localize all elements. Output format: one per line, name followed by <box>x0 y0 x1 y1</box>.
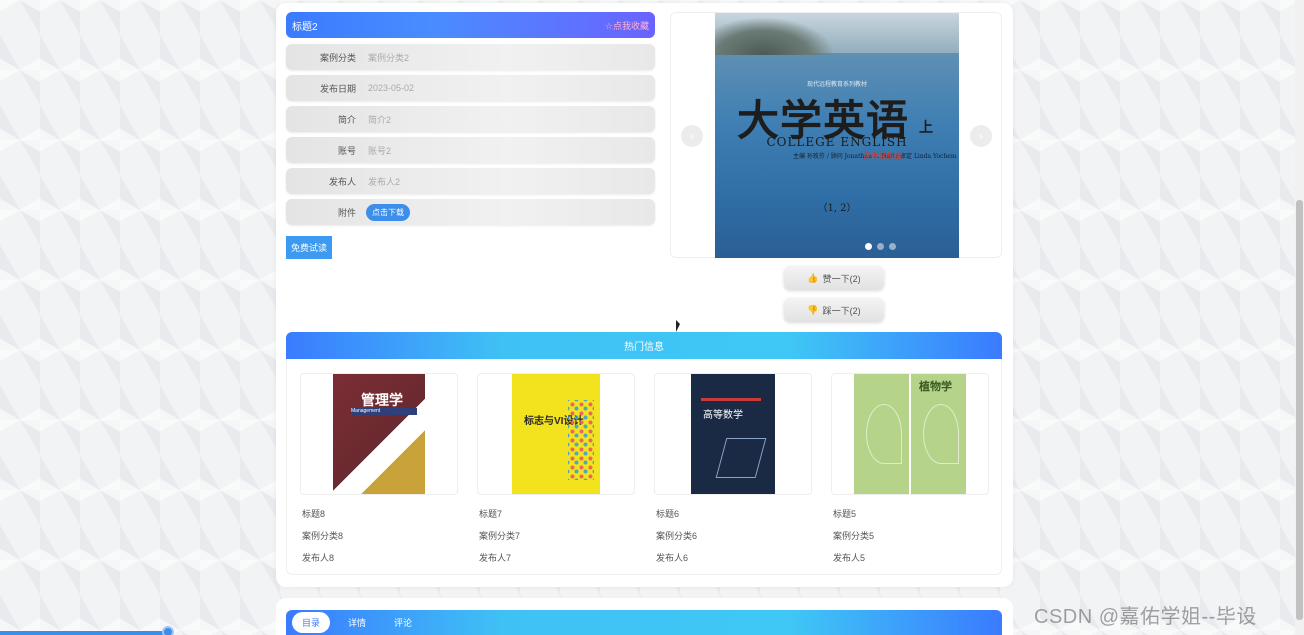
carousel-prev-button[interactable]: ‹ <box>681 125 703 147</box>
hot-item-thumbnail[interactable]: 高等数学 <box>654 373 812 495</box>
info-row-attachment: 附件 点击下载 <box>286 199 655 225</box>
hot-item-title[interactable]: 标题5 <box>833 503 989 525</box>
carousel-slide-cover: 现代远程教育系列教材 大学英语 上 COLLEGE ENGLISH 主编 孙玫芬… <box>715 13 959 258</box>
progress-knob[interactable] <box>162 626 174 635</box>
cover-edition: 远考试指南 <box>863 152 903 161</box>
book-cover-title: 植物学 <box>919 380 952 393</box>
info-row-account: 账号 账号2 <box>286 137 655 163</box>
info-row-intro: 简介 简介2 <box>286 106 655 132</box>
info-label: 发布日期 <box>319 83 356 94</box>
book-cover-stripe <box>701 398 761 401</box>
hot-item-category: 案例分类7 <box>479 531 521 541</box>
content-tabs: 目录 详情 评论 <box>286 610 1002 635</box>
hot-item-title[interactable]: 标题6 <box>656 503 812 525</box>
carousel-indicators <box>865 243 896 250</box>
info-label: 账号 <box>337 145 356 156</box>
tab-catalog[interactable]: 目录 <box>292 612 331 633</box>
thumbs-down-icon: 👎 <box>807 304 819 315</box>
hot-item-publisher: 发布人8 <box>302 553 335 563</box>
info-label: 附件 <box>337 207 356 218</box>
hot-item[interactable]: 高等数学 标题6 案例分类6 发布人6 <box>654 373 812 569</box>
hot-item[interactable]: 管理学 Management 标题8 案例分类8 发布人8 <box>300 373 458 569</box>
book-cover-title: 管理学 <box>361 393 403 409</box>
carousel-next-button[interactable]: › <box>970 125 992 147</box>
scrollbar-thumb[interactable] <box>1296 200 1303 620</box>
hot-item[interactable]: 植物学 标题5 案例分类5 发布人5 <box>831 373 989 569</box>
book-cover-back <box>854 374 909 494</box>
hot-item[interactable]: 标志与VI设计 标题7 案例分类7 发布人7 <box>477 373 635 569</box>
favorite-button[interactable]: ☆点我收藏 <box>605 19 649 32</box>
cover-title-en: COLLEGE ENGLISH <box>766 135 908 149</box>
hot-item-publisher: 发布人6 <box>656 553 689 563</box>
hot-item-publisher: 发布人5 <box>833 553 866 563</box>
hot-item-title[interactable]: 标题7 <box>479 503 635 525</box>
leaf-icon <box>866 404 902 464</box>
book-cover-title: 高等数学 <box>703 410 743 421</box>
image-carousel: 现代远程教育系列教材 大学英语 上 COLLEGE ENGLISH 主编 孙玫芬… <box>670 12 1002 258</box>
tab-comments[interactable]: 评论 <box>384 612 422 633</box>
hot-list: 管理学 Management 标题8 案例分类8 发布人8 标志与VI设计 标题… <box>286 359 1002 575</box>
info-row-date: 发布日期 2023-05-02 <box>286 75 655 101</box>
watermark: CSDN @嘉佑学姐--毕设 <box>1034 606 1257 628</box>
book-cover-front: 植物学 <box>911 374 966 494</box>
cover-volume: 上 <box>919 120 933 136</box>
chevron-left-icon: ‹ <box>690 129 694 143</box>
info-value: 发布人2 <box>368 176 401 187</box>
hot-item-title[interactable]: 标题8 <box>302 503 458 525</box>
dislike-label: 踩一下(2) <box>822 305 861 316</box>
info-label: 案例分类 <box>319 52 356 63</box>
page-progress-bar <box>0 631 168 635</box>
tab-details[interactable]: 详情 <box>338 612 376 633</box>
info-value: 账号2 <box>368 145 392 156</box>
book-cover-image: 高等数学 <box>691 374 775 494</box>
like-label: 赞一下(2) <box>822 273 861 284</box>
leaf-icon <box>923 404 959 464</box>
hot-item-publisher: 发布人7 <box>479 553 512 563</box>
hot-item-thumbnail[interactable]: 植物学 <box>831 373 989 495</box>
cover-number: （1, 2） <box>817 203 857 214</box>
carousel-dot-2[interactable] <box>877 243 884 250</box>
hot-item-category: 案例分类8 <box>302 531 344 541</box>
info-label: 简介 <box>337 114 356 125</box>
info-row-publisher: 发布人 发布人2 <box>286 168 655 194</box>
book-cover-subtitle: Management <box>351 408 417 415</box>
info-value: 案例分类2 <box>368 52 410 63</box>
carousel-dot-3[interactable] <box>889 243 896 250</box>
info-row-category: 案例分类 案例分类2 <box>286 44 655 70</box>
chevron-right-icon: › <box>979 129 983 143</box>
download-button[interactable]: 点击下载 <box>366 203 410 221</box>
mouse-pointer-icon <box>676 320 680 332</box>
book-cover-pattern <box>568 400 594 480</box>
book-cover-image: 植物学 <box>854 374 966 494</box>
hot-item-category: 案例分类5 <box>833 531 875 541</box>
hot-item-category: 案例分类6 <box>656 531 698 541</box>
info-value: 简介2 <box>368 114 392 125</box>
book-cover-image: 管理学 Management <box>333 374 425 494</box>
dislike-button[interactable]: 👎 踩一下(2) <box>784 298 884 322</box>
book-cover-graphic <box>715 438 767 478</box>
hot-section-header: 热门信息 <box>286 332 1002 359</box>
thumbs-up-icon: 👍 <box>807 272 819 283</box>
book-cover-image: 标志与VI设计 <box>512 374 600 494</box>
info-value: 2023-05-02 <box>368 83 415 93</box>
detail-title-bar: 标题2 ☆点我收藏 <box>286 12 655 38</box>
hot-section-title: 热门信息 <box>624 342 664 353</box>
detail-title: 标题2 <box>292 21 318 33</box>
carousel-dot-1[interactable] <box>865 243 872 250</box>
info-label: 发布人 <box>328 176 356 187</box>
hot-item-thumbnail[interactable]: 标志与VI设计 <box>477 373 635 495</box>
free-trial-button[interactable]: 免费试读 <box>286 236 332 259</box>
cover-island <box>715 17 835 55</box>
like-button[interactable]: 👍 赞一下(2) <box>784 266 884 290</box>
hot-item-thumbnail[interactable]: 管理学 Management <box>300 373 458 495</box>
